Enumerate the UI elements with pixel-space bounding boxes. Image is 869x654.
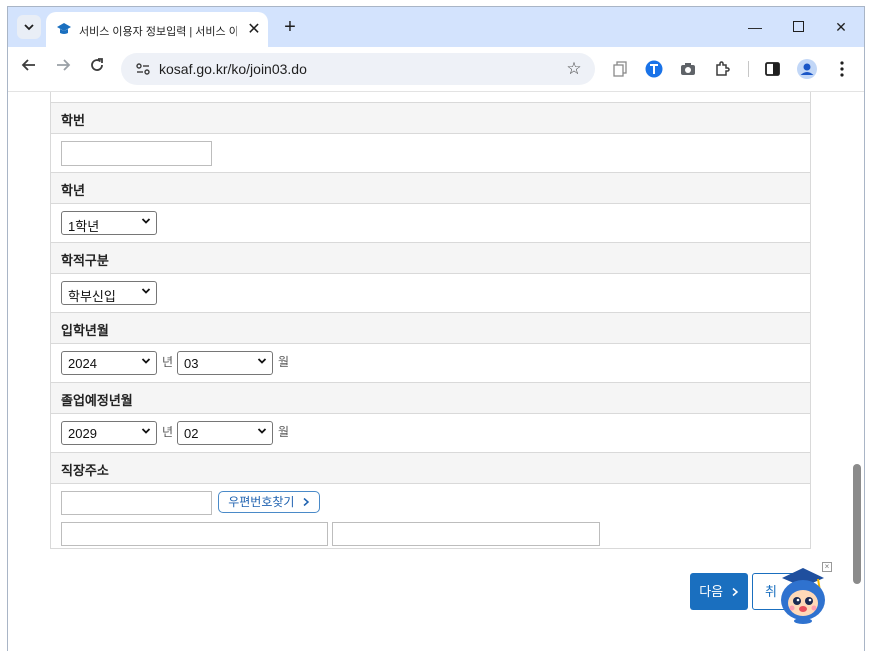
side-panel-icon[interactable] (761, 58, 783, 80)
academic-status-select[interactable]: 학부신입 (61, 281, 157, 305)
work-address-label: 직장주소 (61, 463, 109, 478)
camera-icon[interactable] (677, 58, 699, 80)
extensions-icon[interactable] (711, 58, 733, 80)
graduation-year-select[interactable]: 2029 (61, 421, 157, 445)
graduation-month-unit: 월 (278, 425, 290, 439)
back-button[interactable] (17, 57, 41, 81)
menu-dots-icon[interactable] (831, 58, 853, 80)
bookmark-star-icon[interactable]: ☆ (563, 58, 585, 80)
admission-month-selected: 03 (184, 356, 199, 371)
forward-button[interactable] (51, 57, 75, 81)
chevron-down-icon (141, 288, 151, 294)
url-text: kosaf.go.kr/ko/join03.do (159, 61, 307, 77)
new-tab-button[interactable]: + (278, 15, 302, 39)
user-info-form: 학번 학년 1학년 학적구분 학부신입 입학년월 2024 년 03 월 졸업예… (50, 92, 811, 549)
find-zipcode-label: 우편번호찾기 (228, 495, 295, 509)
tab-close-icon[interactable]: ✕ (244, 20, 264, 40)
chevron-right-icon (303, 497, 309, 507)
reload-icon (91, 58, 103, 71)
toolbar-separator (748, 61, 749, 77)
translate-extension-icon[interactable] (643, 58, 665, 80)
vertical-scrollbar-thumb[interactable] (853, 464, 861, 584)
chevron-right-icon (732, 587, 738, 597)
maximize-icon (792, 21, 804, 32)
site-settings-icon (136, 63, 150, 75)
tab-strip: 서비스 이용자 정보입력 | 서비스 이용 ✕ + — ✕ (8, 7, 864, 47)
graduation-year-unit: 년 (162, 425, 174, 439)
active-tab[interactable]: 서비스 이용자 정보입력 | 서비스 이용 ✕ (46, 12, 268, 47)
arrow-left-icon (21, 59, 35, 71)
chevron-down-icon (24, 24, 34, 31)
graduation-month-selected: 02 (184, 426, 199, 441)
admission-month-select[interactable]: 03 (177, 351, 273, 375)
copy-icon[interactable] (609, 58, 631, 80)
reload-button[interactable] (85, 57, 109, 81)
admission-year-selected: 2024 (68, 356, 97, 371)
maximize-button[interactable] (783, 15, 813, 39)
page-viewport: 학번 학년 1학년 학적구분 학부신입 입학년월 2024 년 03 월 졸업예… (8, 92, 864, 651)
mascot-close-icon[interactable]: × (822, 562, 832, 572)
chevron-down-icon (257, 428, 267, 434)
student-id-input[interactable] (61, 141, 212, 166)
grade-selected: 1학년 (68, 219, 100, 234)
zipcode-input[interactable] (61, 491, 212, 515)
grade-header: 학년 (51, 172, 810, 204)
admission-year-unit: 년 (162, 355, 174, 369)
profile-avatar-icon[interactable] (796, 58, 818, 80)
admission-year-select[interactable]: 2024 (61, 351, 157, 375)
tab-search-button[interactable] (17, 15, 41, 39)
admission-header: 입학년월 (51, 312, 810, 344)
chevron-down-icon (141, 358, 151, 364)
graduation-year-selected: 2029 (68, 426, 97, 441)
minimize-button[interactable]: — (740, 15, 770, 39)
tab-title: 서비스 이용자 정보입력 | 서비스 이용 (79, 26, 237, 38)
work-address-header: 직장주소 (51, 452, 810, 484)
student-id-label: 학번 (61, 113, 85, 128)
find-zipcode-button[interactable]: 우편번호찾기 (218, 491, 320, 513)
address-line1-input[interactable] (61, 522, 328, 546)
browser-toolbar: kosaf.go.kr/ko/join03.do ☆ (8, 47, 864, 92)
admission-label: 입학년월 (61, 323, 109, 338)
address-bar[interactable]: kosaf.go.kr/ko/join03.do ☆ (121, 53, 595, 85)
arrow-right-icon (57, 59, 71, 71)
student-id-header: 학번 (51, 102, 810, 134)
browser-window: 서비스 이용자 정보입력 | 서비스 이용 ✕ + — ✕ kosaf.go.k… (7, 6, 865, 651)
graduation-month-select[interactable]: 02 (177, 421, 273, 445)
grade-label: 학년 (61, 183, 85, 198)
close-window-button[interactable]: ✕ (826, 15, 856, 39)
grade-select[interactable]: 1학년 (61, 211, 157, 235)
graduation-label: 졸업예정년월 (61, 393, 133, 408)
academic-status-header: 학적구분 (51, 242, 810, 274)
academic-status-selected: 학부신입 (68, 289, 116, 304)
graduation-header: 졸업예정년월 (51, 382, 810, 414)
address-line2-input[interactable] (332, 522, 600, 546)
next-button-label: 다음 (699, 584, 724, 599)
admission-month-unit: 월 (278, 355, 290, 369)
chevron-down-icon (257, 358, 267, 364)
academic-status-label: 학적구분 (61, 253, 109, 268)
chevron-down-icon (141, 428, 151, 434)
graduation-cap-icon (57, 23, 71, 34)
chevron-down-icon (141, 218, 151, 224)
next-button[interactable]: 다음 (690, 573, 748, 610)
